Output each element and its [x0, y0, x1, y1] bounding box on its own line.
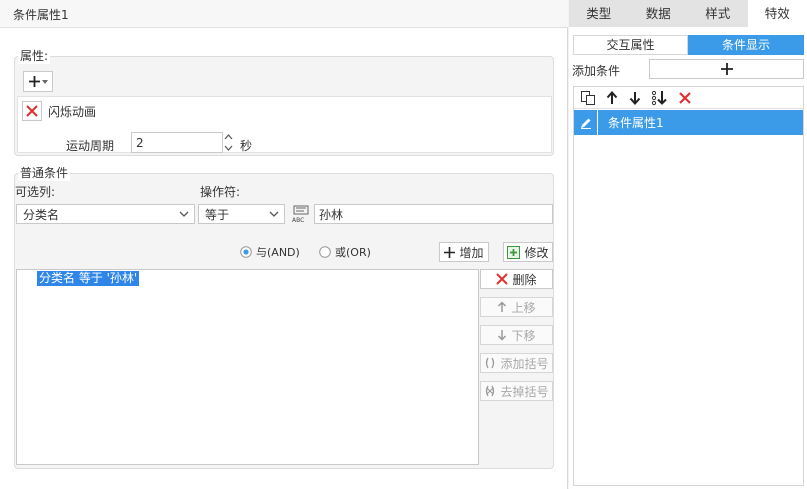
condition-value-input[interactable]: 孙林 — [314, 204, 553, 224]
remove-bracket-label: 去掉括号 — [500, 384, 549, 399]
column-select[interactable]: 分类名 — [16, 204, 195, 224]
close-icon — [26, 105, 38, 117]
remove-property-button[interactable] — [22, 101, 42, 121]
plus-icon — [444, 246, 456, 258]
property-name: 闪烁动画 — [48, 105, 97, 119]
condition-list-item[interactable]: 条件属性1 — [574, 110, 803, 135]
arrow-up-icon — [498, 301, 507, 312]
delete-button[interactable]: 删除 — [480, 269, 553, 289]
move-down-label: 下移 — [511, 328, 536, 343]
chevron-down-icon — [264, 205, 284, 223]
or-radio[interactable]: 或(OR) — [319, 244, 371, 260]
tab-data[interactable]: 数据 — [629, 0, 689, 27]
list-toolbar — [574, 87, 803, 109]
add-bracket-label: 添加括号 — [500, 356, 549, 371]
period-label: 运动周期 — [66, 139, 115, 153]
or-label: 或(OR) — [335, 246, 371, 259]
chevron-down-icon — [174, 205, 194, 223]
tab-effects[interactable]: 特效 — [747, 0, 807, 27]
bracket-icon — [486, 357, 495, 369]
remove-bracket-icon — [486, 385, 495, 397]
spin-up-icon[interactable] — [222, 132, 235, 142]
operator-select-value: 等于 — [205, 207, 230, 222]
spin-down-icon[interactable] — [222, 143, 235, 153]
and-radio[interactable]: 与(AND) — [240, 244, 300, 260]
modify-condition-label: 修改 — [524, 245, 549, 260]
condition-group-label: 普通条件 — [18, 164, 71, 181]
edit-green-icon — [507, 245, 521, 259]
delete-icon[interactable] — [678, 91, 692, 105]
arrow-down-icon[interactable] — [628, 90, 642, 106]
add-condition-label: 添加条件 — [572, 64, 621, 78]
delete-label: 删除 — [512, 272, 537, 287]
subtab-interaction[interactable]: 交互属性 — [573, 35, 688, 55]
period-unit: 秒 — [240, 139, 253, 153]
period-value: 2 — [136, 135, 144, 150]
right-tab-bar: 类型 数据 样式 特效 — [569, 0, 807, 27]
list-item[interactable]: 分类名 等于 '孙林' — [37, 271, 140, 286]
column-label: 可选列: — [15, 185, 56, 199]
tab-type[interactable]: 类型 — [569, 0, 629, 27]
condition-value: 孙林 — [319, 207, 344, 222]
text-type-icon: ABC — [292, 205, 309, 223]
copy-icon[interactable] — [580, 90, 596, 106]
plus-icon — [720, 63, 733, 75]
add-condition-button[interactable]: 增加 — [439, 242, 489, 262]
tab-style[interactable]: 样式 — [688, 0, 748, 27]
edit-icon[interactable] — [574, 110, 598, 135]
modify-condition-button[interactable]: 修改 — [503, 242, 553, 262]
property-group-label: 属性: — [18, 47, 51, 64]
add-property-button[interactable] — [23, 71, 53, 92]
add-condition-label: 增加 — [459, 245, 484, 260]
panel-title: 条件属性1 — [0, 0, 568, 28]
condition-list[interactable] — [16, 269, 479, 465]
period-input[interactable]: 2 — [131, 132, 223, 153]
arrow-up-icon[interactable] — [605, 90, 619, 106]
operator-select[interactable]: 等于 — [198, 204, 285, 224]
subtab-condition-display[interactable]: 条件显示 — [688, 35, 804, 55]
arrow-down-icon — [498, 330, 507, 341]
add-condition-plus-button[interactable] — [649, 59, 804, 79]
sort-icon[interactable] — [651, 90, 669, 106]
period-spinner[interactable] — [222, 132, 235, 153]
remove-bracket-button[interactable]: 去掉括号 — [480, 381, 553, 401]
move-down-button[interactable]: 下移 — [480, 325, 553, 345]
column-select-value: 分类名 — [23, 207, 60, 222]
move-up-label: 上移 — [511, 300, 536, 315]
plus-icon — [29, 76, 40, 87]
condition-item-label: 条件属性1 — [608, 116, 664, 130]
radio-selected-icon — [240, 246, 252, 258]
radio-icon — [319, 246, 331, 258]
close-icon — [496, 273, 509, 285]
and-label: 与(AND) — [256, 246, 300, 259]
condition-list-container — [573, 86, 804, 486]
move-up-button[interactable]: 上移 — [480, 297, 553, 317]
operator-label: 操作符: — [200, 185, 241, 199]
add-bracket-button[interactable]: 添加括号 — [480, 353, 553, 373]
value-type-button[interactable]: ABC — [290, 202, 312, 224]
svg-text:ABC: ABC — [292, 217, 304, 223]
chevron-down-icon — [42, 79, 48, 84]
